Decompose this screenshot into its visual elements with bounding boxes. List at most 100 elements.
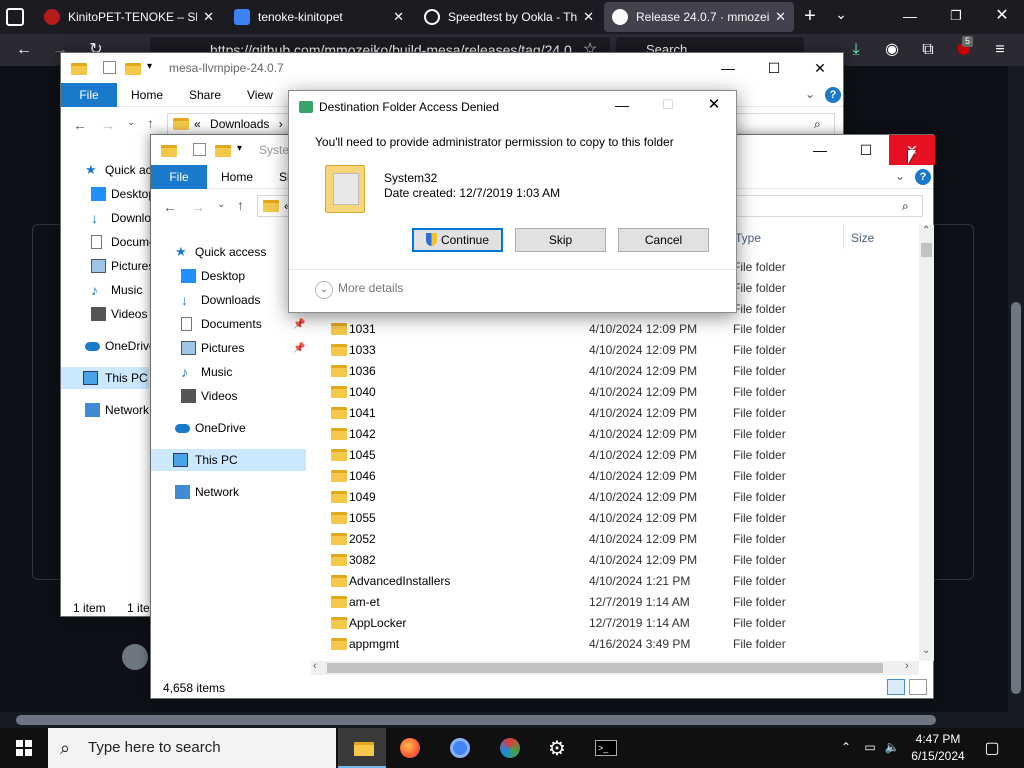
new-folder-icon[interactable] bbox=[125, 63, 141, 75]
taskbar-settings-gear-icon[interactable]: ⚙ bbox=[534, 728, 582, 768]
table-row[interactable]: 2052 4/10/2024 12:09 PM File folder bbox=[327, 529, 919, 550]
notification-center-icon[interactable]: ▢ bbox=[982, 738, 1002, 758]
maximize-button[interactable]: ☐ bbox=[751, 53, 797, 83]
scrollbar-thumb[interactable] bbox=[327, 663, 883, 673]
nav-back-arrow-icon[interactable]: ← bbox=[73, 117, 87, 133]
tray-overflow-chevron-icon[interactable]: ⌃ bbox=[838, 740, 854, 754]
table-row[interactable]: 1040 4/10/2024 12:09 PM File folder bbox=[327, 382, 919, 403]
skip-button[interactable]: Skip bbox=[515, 228, 606, 252]
nav-desktop[interactable]: Desktop bbox=[87, 183, 155, 205]
scroll-up-chevron-icon[interactable]: ⌃ bbox=[922, 225, 930, 236]
address-search-icon[interactable]: ⌕ bbox=[814, 114, 821, 134]
browser-tab-tenoke-kinitopet[interactable]: tenoke-kinitopet ✕ bbox=[226, 2, 412, 32]
nav-network[interactable]: Network bbox=[171, 481, 239, 503]
browser-tab-speedtest[interactable]: Speedtest by Ookla - The ✕ bbox=[416, 2, 602, 32]
taskbar-terminal-icon[interactable]: >_ bbox=[582, 728, 630, 768]
details-view-icon[interactable] bbox=[887, 679, 905, 695]
restore-icon[interactable]: ❐ bbox=[944, 4, 968, 28]
page-horizontal-scrollbar[interactable] bbox=[0, 712, 1008, 728]
table-row[interactable]: 1036 4/10/2024 12:09 PM File folder bbox=[327, 361, 919, 382]
qat-properties-icon[interactable] bbox=[103, 61, 116, 74]
tab-overflow-chevron-icon[interactable]: ⌄ bbox=[832, 6, 850, 26]
page-vertical-scrollbar[interactable] bbox=[1008, 66, 1024, 728]
table-row[interactable]: AppLocker 12/7/2019 1:14 AM File folder bbox=[327, 613, 919, 634]
tray-volume-icon[interactable]: 🔈 bbox=[884, 740, 900, 754]
ribbon-tab-home[interactable]: Home bbox=[221, 165, 253, 189]
column-header-size[interactable]: Size bbox=[851, 231, 874, 245]
taskbar-chrome-icon[interactable] bbox=[436, 728, 484, 768]
ribbon-expand-chevron-icon[interactable]: ⌄ bbox=[805, 87, 815, 101]
windows-start-icon[interactable] bbox=[16, 740, 32, 756]
nav-desktop[interactable]: Desktop bbox=[177, 265, 245, 287]
nav-back-arrow-icon[interactable]: ← bbox=[163, 199, 177, 215]
nav-up-arrow-icon[interactable]: ↑ bbox=[147, 115, 154, 131]
qat-dropdown-icon[interactable]: ▾ bbox=[147, 61, 152, 72]
table-row[interactable]: 1041 4/10/2024 12:09 PM File folder bbox=[327, 403, 919, 424]
tray-network-icon[interactable]: ▭ bbox=[862, 740, 878, 754]
pin-icon[interactable]: 📌 bbox=[293, 319, 305, 330]
address-search-icon[interactable]: ⌕ bbox=[902, 196, 909, 216]
table-row[interactable]: am-et 12/7/2019 1:14 AM File folder bbox=[327, 592, 919, 613]
scrollbar-thumb[interactable] bbox=[921, 243, 932, 257]
taskbar-date[interactable]: 6/15/2024 bbox=[908, 749, 968, 763]
window-titlebar[interactable]: ▾ mesa-llvmpipe-24.0.7 — ☐ ✕ bbox=[61, 53, 843, 83]
nav-downloads[interactable]: ↓ Downloads bbox=[177, 289, 260, 311]
nav-forward-arrow-icon[interactable]: → bbox=[101, 117, 115, 133]
qat-dropdown-icon[interactable]: ▾ bbox=[237, 143, 242, 154]
taskbar-search-box[interactable]: ⌕ Type here to search bbox=[48, 728, 336, 768]
minimize-button[interactable]: — bbox=[797, 135, 843, 165]
new-folder-icon[interactable] bbox=[215, 145, 231, 157]
file-list-vertical-scrollbar[interactable]: ⌃ ⌄ bbox=[919, 225, 934, 661]
scrollbar-thumb[interactable] bbox=[16, 715, 936, 725]
scroll-down-chevron-icon[interactable]: ⌄ bbox=[922, 645, 930, 656]
nav-recent-chevron-icon[interactable]: ⌄ bbox=[127, 117, 135, 128]
nav-this-pc[interactable]: This PC bbox=[61, 367, 149, 389]
help-icon[interactable]: ? bbox=[915, 169, 931, 185]
ribbon-tab-file[interactable]: File bbox=[151, 165, 207, 189]
taskbar-davinci-icon[interactable] bbox=[486, 728, 534, 768]
table-row[interactable]: 1031 4/10/2024 12:09 PM File folder bbox=[327, 319, 919, 340]
pin-icon[interactable]: 📌 bbox=[293, 343, 305, 354]
taskbar-time[interactable]: 4:47 PM bbox=[908, 732, 968, 746]
nav-pictures[interactable]: Pictures bbox=[87, 255, 154, 277]
file-list-horizontal-scrollbar[interactable]: ‹ › bbox=[311, 660, 919, 675]
nav-recent-chevron-icon[interactable]: ⌄ bbox=[217, 199, 225, 210]
back-arrow-icon[interactable]: ← bbox=[14, 40, 34, 60]
table-row[interactable]: 1042 4/10/2024 12:09 PM File folder bbox=[327, 424, 919, 445]
menu-hamburger-icon[interactable]: ≡ bbox=[990, 40, 1010, 60]
browser-tab-release-24-0-7[interactable]: Release 24.0.7 · mmozeiko ✕ bbox=[604, 2, 794, 32]
ribbon-tab-view[interactable]: View bbox=[247, 83, 273, 107]
table-row[interactable]: 1049 4/10/2024 12:09 PM File folder bbox=[327, 487, 919, 508]
ribbon-tab-share[interactable]: Share bbox=[189, 83, 221, 107]
table-row[interactable]: AdvancedInstallers 4/10/2024 1:21 PM File … bbox=[327, 571, 919, 592]
nav-this-pc[interactable]: This PC bbox=[151, 449, 306, 471]
nav-up-arrow-icon[interactable]: ↑ bbox=[237, 197, 244, 213]
continue-button[interactable]: Continue bbox=[412, 228, 503, 252]
maximize-button[interactable]: ☐ bbox=[843, 135, 889, 165]
taskbar-firefox-icon[interactable] bbox=[386, 728, 434, 768]
tab-close-icon[interactable]: ✕ bbox=[203, 9, 214, 25]
close-icon[interactable]: ✕ bbox=[990, 4, 1014, 28]
taskbar-file-explorer-icon[interactable] bbox=[338, 728, 386, 768]
qat-properties-icon[interactable] bbox=[193, 143, 206, 156]
account-icon[interactable]: ◉ bbox=[882, 40, 902, 60]
nav-quick-access[interactable]: ★ Quick access bbox=[171, 241, 266, 263]
browser-tab-kinitopet-tenoke[interactable]: KinitoPET-TENOKE – Skid ✕ bbox=[36, 2, 222, 32]
tab-close-icon[interactable]: ✕ bbox=[583, 9, 594, 25]
dialog-close-button[interactable]: ✕ bbox=[699, 93, 729, 117]
table-row[interactable]: 1046 4/10/2024 12:09 PM File folder bbox=[327, 466, 919, 487]
tab-close-icon[interactable]: ✕ bbox=[775, 9, 786, 25]
minimize-button[interactable]: — bbox=[705, 53, 751, 83]
nav-music[interactable]: ♪ Music bbox=[87, 279, 142, 301]
nav-videos[interactable]: Videos bbox=[87, 303, 147, 325]
table-row[interactable]: 3082 4/10/2024 12:09 PM File folder bbox=[327, 550, 919, 571]
tab-list-icon[interactable] bbox=[6, 8, 24, 26]
ribbon-tab-file[interactable]: File bbox=[61, 83, 117, 107]
ribbon-expand-chevron-icon[interactable]: ⌄ bbox=[895, 169, 905, 183]
table-row[interactable]: 1033 4/10/2024 12:09 PM File folder bbox=[327, 340, 919, 361]
github-logo-icon[interactable] bbox=[122, 644, 148, 670]
minimize-icon[interactable]: — bbox=[898, 4, 922, 28]
new-tab-button[interactable]: + bbox=[800, 4, 820, 28]
nav-videos[interactable]: Videos bbox=[177, 385, 237, 407]
close-button[interactable]: ✕ bbox=[797, 53, 843, 83]
